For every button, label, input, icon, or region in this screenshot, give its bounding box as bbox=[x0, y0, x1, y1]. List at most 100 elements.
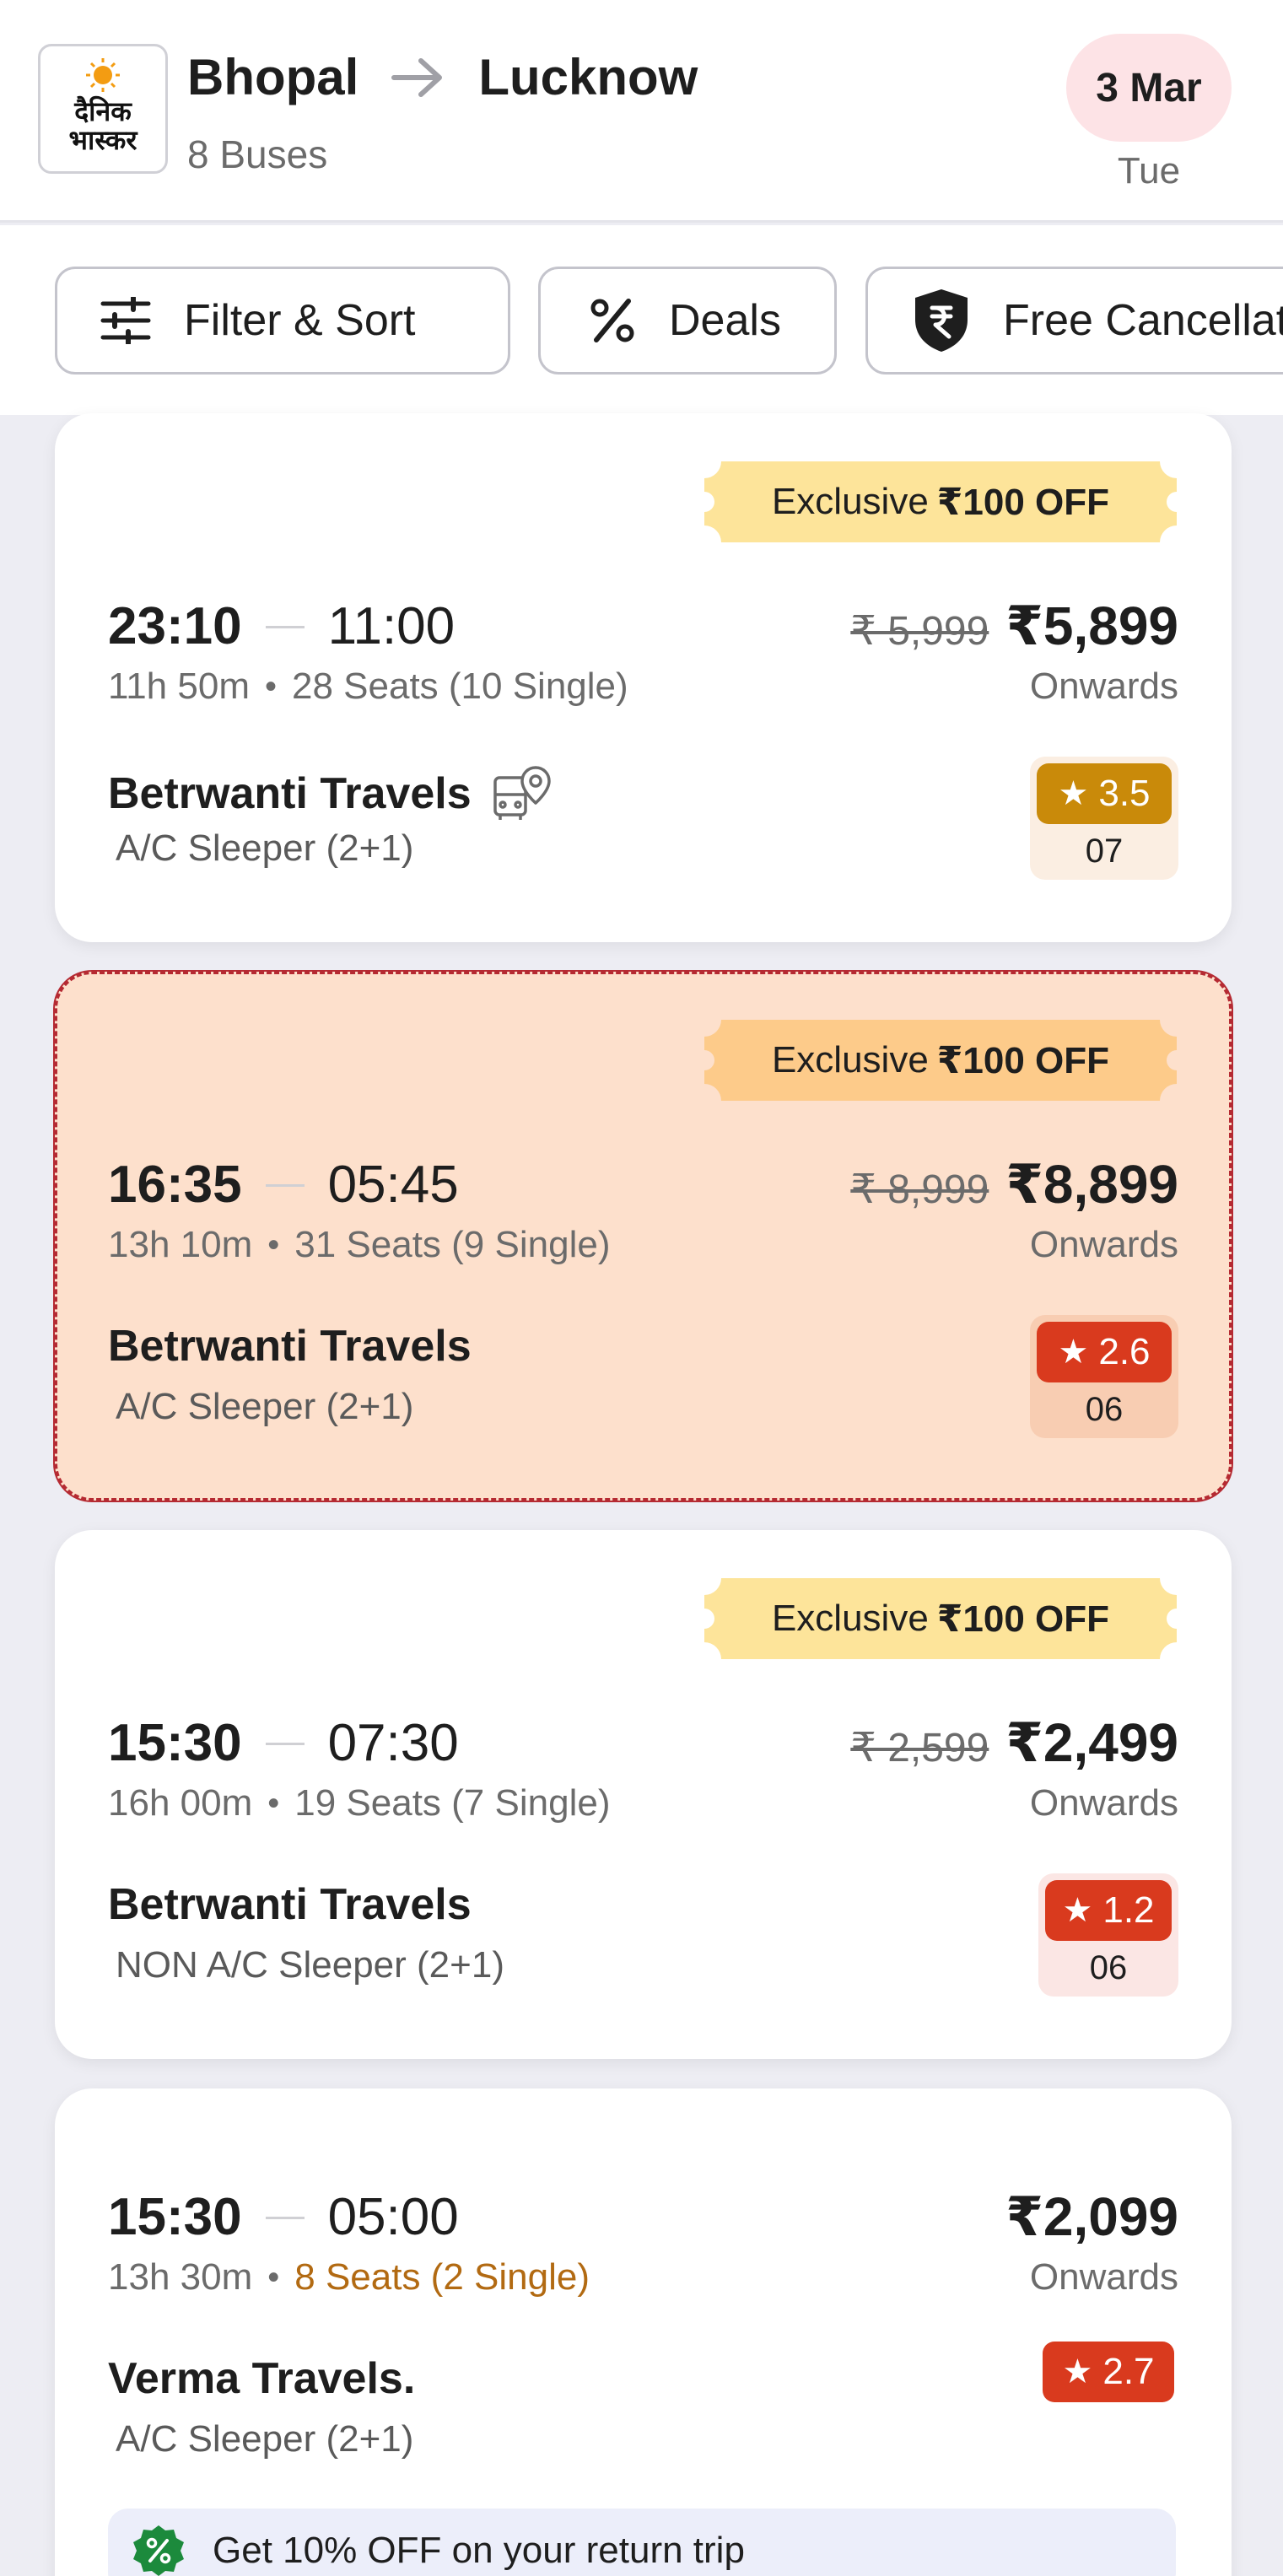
bus-card-selected[interactable]: Exclusive ₹100 OFF 16:35 05:45 13h 10m • … bbox=[55, 972, 1232, 1501]
departure-time: 15:30 bbox=[108, 1714, 242, 1772]
duration: 11h 50m bbox=[108, 666, 250, 707]
journey-times: 15:30 05:00 bbox=[108, 2191, 459, 2244]
rating-count: 06 bbox=[1085, 1391, 1124, 1428]
onwards-label: Onwards bbox=[1029, 666, 1178, 707]
dainik-bhaskar-logo[interactable]: दैनिक भास्कर bbox=[38, 44, 168, 174]
journey-meta: 11h 50m • 28 Seats (10 Single) bbox=[108, 668, 628, 705]
duration: 13h 30m bbox=[108, 2256, 253, 2298]
time-separator bbox=[265, 1742, 305, 1745]
bus-card[interactable]: Exclusive ₹100 OFF 23:10 11:00 11h 50m • … bbox=[55, 413, 1232, 942]
rating-value: 2.7 bbox=[1102, 2351, 1155, 2392]
star-icon: ★ bbox=[1062, 1892, 1093, 1929]
bus-count: 8 Buses bbox=[187, 132, 328, 176]
journey-times: 15:30 07:30 bbox=[108, 1717, 459, 1770]
time-separator bbox=[265, 625, 305, 628]
time-separator bbox=[265, 2216, 305, 2219]
journey-times: 23:10 11:00 bbox=[108, 601, 455, 653]
filter-sort-button[interactable]: Filter & Sort bbox=[55, 267, 510, 375]
exclusive-offer-badge: Exclusive ₹100 OFF bbox=[704, 1578, 1177, 1659]
seats-available: 31 Seats (9 Single) bbox=[294, 1224, 611, 1265]
rating-score: ★ 3.5 bbox=[1037, 763, 1172, 824]
rating-score: ★ 2.7 bbox=[1043, 2342, 1174, 2402]
star-icon: ★ bbox=[1058, 775, 1089, 812]
departure-time: 16:35 bbox=[108, 1156, 242, 1214]
operator-name-text: Betrwanti Travels bbox=[108, 769, 472, 818]
price: ₹ 2,599 ₹2,499 bbox=[850, 1716, 1178, 1770]
free-cancellation-label: Free Cancellation bbox=[1003, 296, 1283, 345]
bus-card[interactable]: 15:30 05:00 13h 30m • 8 Seats (2 Single)… bbox=[55, 2088, 1232, 2576]
duration: 13h 10m bbox=[108, 1224, 253, 1265]
rating-score: ★ 1.2 bbox=[1045, 1880, 1172, 1941]
filter-bar: Filter & Sort Deals Free Cancellation bbox=[0, 225, 1283, 415]
journey-meta: 13h 10m • 31 Seats (9 Single) bbox=[108, 1226, 610, 1264]
arrival-time: 07:30 bbox=[327, 1714, 459, 1772]
free-cancellation-button[interactable]: Free Cancellation bbox=[865, 267, 1283, 375]
deals-label: Deals bbox=[669, 296, 781, 345]
discounted-price: ₹2,499 bbox=[1005, 1712, 1178, 1773]
operator-name: Betrwanti Travels bbox=[108, 766, 553, 822]
return-trip-promo[interactable]: Get 10% OFF on your return trip bbox=[108, 2509, 1176, 2576]
journey-meta: 16h 00m • 19 Seats (7 Single) bbox=[108, 1785, 610, 1822]
discounted-price: ₹8,899 bbox=[1005, 1154, 1178, 1215]
duration: 16h 00m bbox=[108, 1782, 253, 1824]
price: ₹ 8,999 ₹8,899 bbox=[850, 1157, 1178, 1211]
shield-rupee-icon bbox=[912, 288, 971, 353]
dot-separator: • bbox=[267, 1226, 280, 1264]
bus-card[interactable]: Exclusive ₹100 OFF 15:30 07:30 16h 00m • … bbox=[55, 1530, 1232, 2059]
svg-text:भास्कर: भास्कर bbox=[69, 124, 139, 156]
rating-value: 2.6 bbox=[1098, 1331, 1151, 1372]
price: ₹2,099 bbox=[1005, 2190, 1178, 2244]
journey-meta: 13h 30m • 8 Seats (2 Single) bbox=[108, 2259, 590, 2296]
offer-prefix: Exclusive bbox=[771, 481, 929, 522]
star-icon: ★ bbox=[1058, 1334, 1089, 1371]
destination-city: Lucknow bbox=[478, 49, 698, 105]
dot-separator: • bbox=[264, 668, 277, 705]
operator-name: Betrwanti Travels bbox=[108, 1880, 472, 1929]
departure-time: 15:30 bbox=[108, 2188, 242, 2246]
offer-prefix: Exclusive bbox=[771, 1598, 929, 1639]
original-price: ₹ 2,599 bbox=[850, 1726, 989, 1770]
arrival-time: 05:45 bbox=[327, 1156, 459, 1214]
offer-amount: ₹100 OFF bbox=[936, 1598, 1110, 1640]
bus-tracking-icon[interactable] bbox=[493, 766, 553, 822]
rating-badge[interactable]: ★ 3.5 07 bbox=[1030, 757, 1178, 880]
rating-badge[interactable]: ★ 2.7 bbox=[1038, 2342, 1178, 2409]
discounted-price: ₹5,899 bbox=[1005, 595, 1178, 656]
time-separator bbox=[265, 1183, 305, 1187]
offer-amount: ₹100 OFF bbox=[936, 481, 1110, 523]
percent-badge-icon bbox=[132, 2524, 186, 2576]
offer-prefix: Exclusive bbox=[771, 1039, 929, 1081]
onwards-label: Onwards bbox=[1029, 1224, 1178, 1265]
journey-times: 16:35 05:45 bbox=[108, 1159, 459, 1211]
date-selector[interactable]: 3 Mar bbox=[1066, 34, 1232, 142]
seats-available: 19 Seats (7 Single) bbox=[294, 1782, 611, 1824]
dot-separator: • bbox=[267, 2259, 280, 2296]
svg-text:दैनिक: दैनिक bbox=[73, 95, 132, 127]
operator-name: Betrwanti Travels bbox=[108, 1322, 472, 1371]
onwards-label: Onwards bbox=[1029, 2256, 1178, 2298]
seats-available: 8 Seats (2 Single) bbox=[294, 2256, 590, 2298]
promo-text: Get 10% OFF on your return trip bbox=[213, 2530, 745, 2571]
seats-available: 28 Seats (10 Single) bbox=[291, 666, 628, 707]
arrival-time: 05:00 bbox=[327, 2188, 459, 2246]
price: ₹ 5,999 ₹5,899 bbox=[850, 599, 1178, 653]
rating-value: 1.2 bbox=[1102, 1889, 1155, 1931]
bus-type: A/C Sleeper (2+1) bbox=[116, 1386, 414, 1427]
offer-amount: ₹100 OFF bbox=[936, 1039, 1110, 1081]
dot-separator: • bbox=[267, 1785, 280, 1822]
date-day: Tue bbox=[1117, 150, 1181, 191]
original-price: ₹ 8,999 bbox=[850, 1167, 989, 1212]
arrow-right-icon bbox=[391, 57, 446, 99]
onwards-label: Onwards bbox=[1029, 1782, 1178, 1824]
bus-type: A/C Sleeper (2+1) bbox=[116, 827, 414, 869]
bus-type: NON A/C Sleeper (2+1) bbox=[116, 1944, 504, 1986]
percent-icon bbox=[588, 296, 637, 345]
deals-button[interactable]: Deals bbox=[538, 267, 837, 375]
departure-time: 23:10 bbox=[108, 597, 242, 655]
origin-city: Bhopal bbox=[187, 49, 359, 105]
exclusive-offer-badge: Exclusive ₹100 OFF bbox=[704, 461, 1177, 542]
rating-badge[interactable]: ★ 2.6 06 bbox=[1030, 1315, 1178, 1438]
original-price: ₹ 5,999 bbox=[850, 609, 989, 654]
filter-sort-label: Filter & Sort bbox=[184, 296, 416, 345]
rating-badge[interactable]: ★ 1.2 06 bbox=[1038, 1873, 1178, 1997]
